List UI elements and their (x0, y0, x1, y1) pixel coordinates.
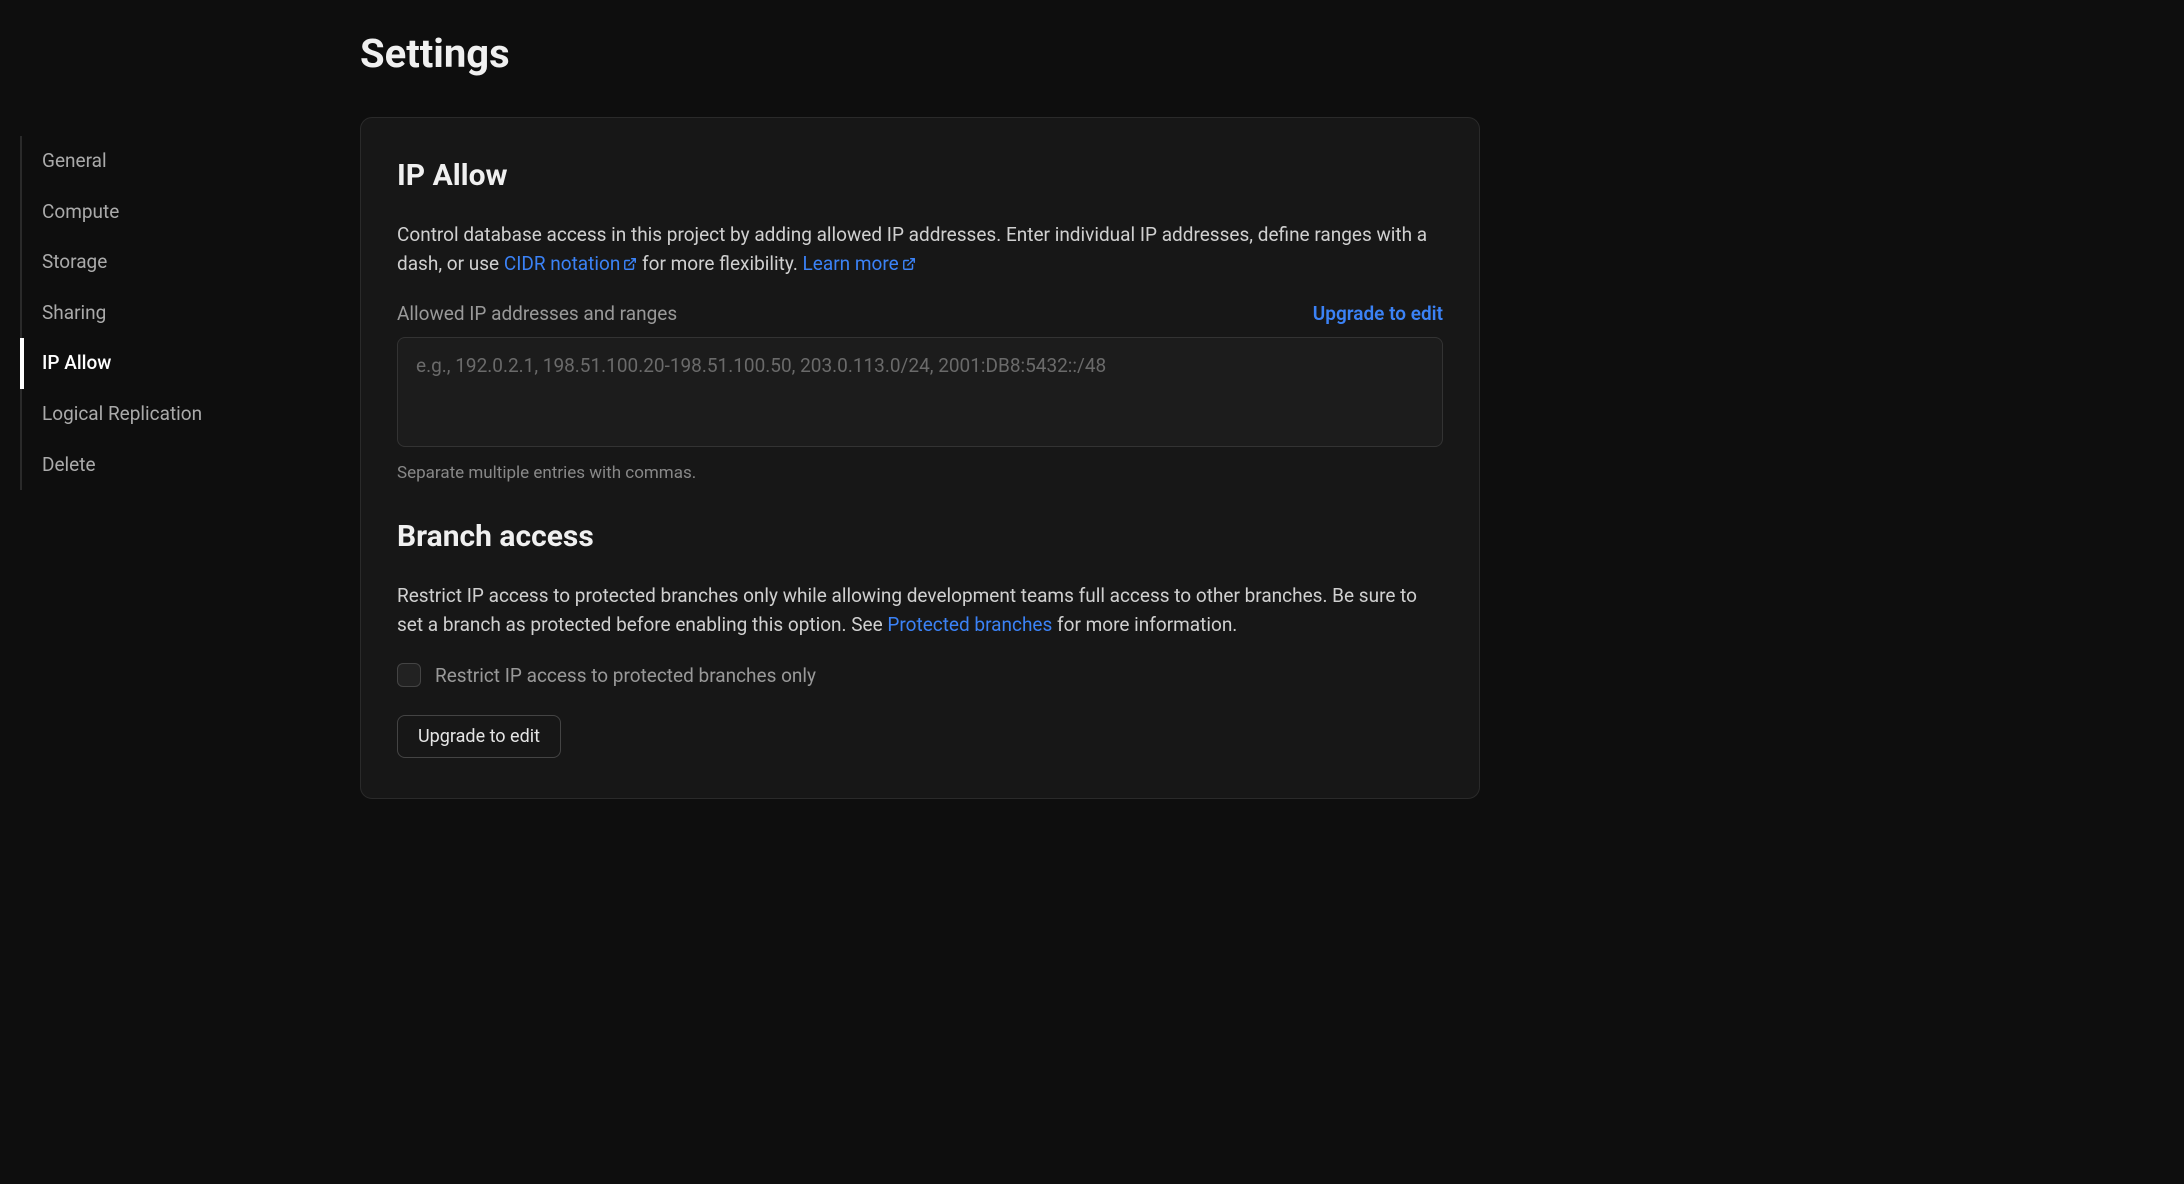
sidebar-item-general[interactable]: General (22, 136, 360, 187)
settings-card: IP Allow Control database access in this… (360, 117, 1480, 799)
sidebar-nav: General Compute Storage Sharing IP Allow… (20, 136, 360, 490)
sidebar-item-logical-replication[interactable]: Logical Replication (22, 389, 360, 440)
branch-access-title: Branch access (397, 519, 1443, 554)
external-link-icon (623, 257, 637, 271)
ip-field-label: Allowed IP addresses and ranges (397, 302, 677, 325)
external-link-icon (902, 257, 916, 271)
upgrade-to-edit-link[interactable]: Upgrade to edit (1313, 302, 1443, 325)
ip-addresses-input[interactable] (397, 337, 1443, 447)
ip-allow-desc-middle: for more flexibility. (637, 252, 802, 275)
branch-access-description: Restrict IP access to protected branches… (397, 582, 1443, 639)
sidebar-item-sharing[interactable]: Sharing (22, 288, 360, 339)
sidebar-item-compute[interactable]: Compute (22, 187, 360, 238)
branch-desc-suffix: for more information. (1052, 613, 1237, 636)
page-title: Settings (360, 30, 1480, 77)
sidebar-item-ip-allow[interactable]: IP Allow (20, 338, 360, 389)
sidebar-item-storage[interactable]: Storage (22, 237, 360, 288)
settings-sidebar: General Compute Storage Sharing IP Allow… (0, 30, 360, 799)
protected-branches-link[interactable]: Protected branches (887, 613, 1052, 636)
restrict-checkbox-label: Restrict IP access to protected branches… (435, 664, 816, 687)
restrict-ip-checkbox[interactable] (397, 663, 421, 687)
cidr-notation-link[interactable]: CIDR notation (504, 252, 637, 275)
learn-more-link[interactable]: Learn more (803, 252, 916, 275)
main-content: Settings IP Allow Control database acces… (360, 30, 1680, 799)
upgrade-to-edit-button[interactable]: Upgrade to edit (397, 715, 561, 758)
ip-allow-title: IP Allow (397, 158, 1443, 193)
restrict-checkbox-row: Restrict IP access to protected branches… (397, 663, 1443, 687)
ip-allow-description: Control database access in this project … (397, 221, 1443, 278)
ip-help-text: Separate multiple entries with commas. (397, 463, 1443, 483)
ip-field-label-row: Allowed IP addresses and ranges Upgrade … (397, 302, 1443, 325)
sidebar-item-delete[interactable]: Delete (22, 440, 360, 491)
